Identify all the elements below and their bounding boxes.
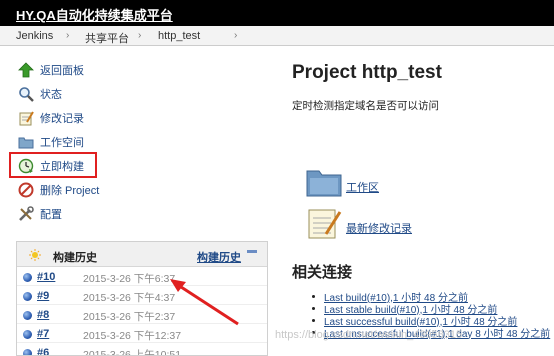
collapse-icon[interactable] xyxy=(247,250,257,253)
task-label: 删除 Project xyxy=(40,185,100,197)
no-entry-icon xyxy=(18,182,34,198)
notepad-icon xyxy=(18,110,34,126)
blue-ball-icon xyxy=(23,330,32,339)
tools-icon xyxy=(18,206,34,222)
app-title-link[interactable]: HY.QA自动化持续集成平台 xyxy=(16,5,173,24)
blue-ball-icon xyxy=(23,349,32,355)
build-number-link[interactable]: #8 xyxy=(37,309,49,321)
task-changes[interactable]: 修改记录 xyxy=(18,109,84,127)
build-history-row[interactable]: #6 2015-3-26 上午10:51 xyxy=(17,344,267,356)
task-label: 状态 xyxy=(40,89,62,101)
build-date: 2015-3-26 下午12:37 xyxy=(83,330,182,342)
chevron-right-icon: › xyxy=(66,30,70,41)
project-description: 定时检测指定域名是否可以访问 xyxy=(292,100,439,112)
chevron-right-icon: › xyxy=(138,30,142,41)
bullet-icon xyxy=(312,318,315,322)
task-status[interactable]: 状态 xyxy=(18,85,62,103)
build-number-link[interactable]: #6 xyxy=(37,347,49,355)
folder-icon xyxy=(18,134,34,150)
build-number-link[interactable]: #10 xyxy=(37,271,55,283)
related-links-heading: 相关连接 xyxy=(292,264,353,281)
task-label: 工作空间 xyxy=(40,137,84,149)
task-delete-project[interactable]: 删除 Project xyxy=(18,181,99,199)
top-bar: HY.QA自动化持续集成平台 xyxy=(0,0,554,26)
task-back-to-dashboard[interactable]: 返回面板 xyxy=(18,61,84,79)
blue-ball-icon xyxy=(23,273,32,282)
blue-ball-icon xyxy=(23,311,32,320)
bullet-icon xyxy=(312,294,315,298)
task-workspace[interactable]: 工作空间 xyxy=(18,133,84,151)
task-label: 返回面板 xyxy=(40,65,84,77)
build-number-link[interactable]: #7 xyxy=(37,328,49,340)
breadcrumb-jenkins[interactable]: Jenkins xyxy=(16,30,53,42)
breadcrumb-shared-platform[interactable]: 共享平台 xyxy=(85,30,129,46)
build-date: 2015-3-26 上午10:51 xyxy=(83,349,182,356)
bullet-icon xyxy=(312,306,315,310)
large-folder-icon[interactable] xyxy=(306,164,342,201)
task-label: 立即构建 xyxy=(40,161,84,173)
task-configure[interactable]: 配置 xyxy=(18,205,62,223)
annotation-arrow xyxy=(170,279,239,326)
chevron-right-icon: › xyxy=(234,30,238,41)
task-label: 配置 xyxy=(40,209,62,221)
page-title: Project http_test xyxy=(292,62,442,83)
build-history-title: 构建历史 xyxy=(53,252,97,264)
watermark: https://blog.csdn.net/weixin_43958315 xyxy=(275,329,463,341)
breadcrumb: Jenkins › 共享平台 › http_test › xyxy=(0,26,554,46)
build-history-trend-link[interactable]: 构建历史 xyxy=(197,249,241,265)
task-label: 修改记录 xyxy=(40,113,84,125)
build-number-link[interactable]: #9 xyxy=(37,290,49,302)
build-history-header: 构建历史 构建历史 xyxy=(17,242,267,267)
breadcrumb-http-test[interactable]: http_test xyxy=(158,30,200,42)
blue-ball-icon xyxy=(23,292,32,301)
search-icon xyxy=(18,86,34,102)
large-notepad-icon[interactable] xyxy=(306,206,342,243)
task-build-now[interactable]: 立即构建 xyxy=(18,157,84,175)
sun-icon xyxy=(29,249,41,264)
up-arrow-icon xyxy=(18,62,34,78)
build-clock-icon xyxy=(18,158,34,174)
workspace-link[interactable]: 工作区 xyxy=(346,179,379,195)
recent-changes-link[interactable]: 最新修改记录 xyxy=(346,220,412,236)
